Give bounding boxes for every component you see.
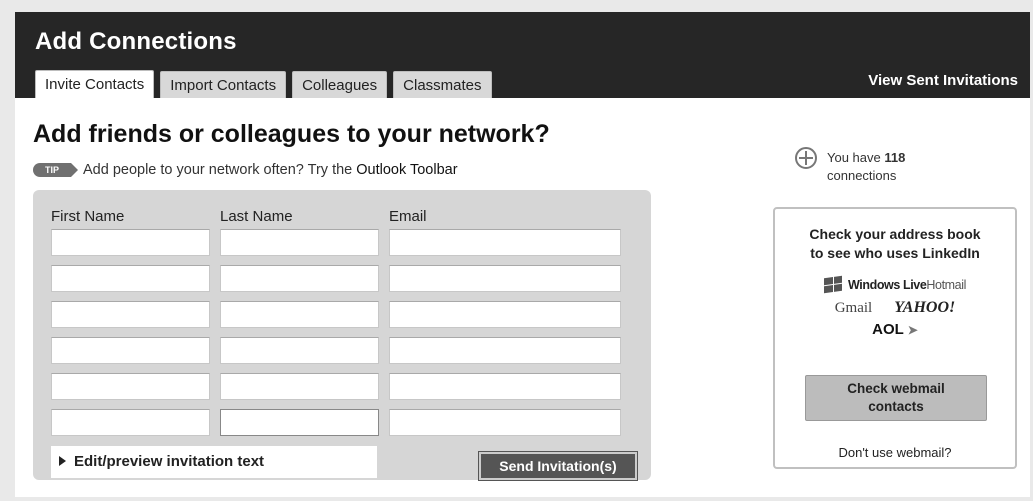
last-name-field[interactable] [220,373,379,400]
email-field[interactable] [389,373,621,400]
page: Add Connections Invite Contacts Import C… [15,12,1030,497]
last-name-field[interactable] [220,337,379,364]
webmail-button-line2: contacts [868,399,924,414]
view-sent-invitations-link[interactable]: View Sent Invitations [868,72,1018,89]
connections-number[interactable]: 118 [884,150,905,165]
main-title: Add friends or colleagues to your networ… [33,120,550,148]
email-field[interactable] [389,409,621,436]
windows-flag-icon [823,275,842,294]
header-bar: Add Connections Invite Contacts Import C… [15,12,1030,98]
last-name-field[interactable] [220,229,379,256]
address-book-box: Check your address book to see who uses … [773,207,1017,469]
edit-preview-label: Edit/preview invitation text [74,453,265,470]
first-name-field[interactable] [51,301,210,328]
webmail-button-line1: Check webmail [847,381,945,396]
last-name-field[interactable] [220,301,379,328]
hotmail-brand: Windows Live [847,277,927,292]
tab-colleagues[interactable]: Colleagues [292,71,388,98]
email-field[interactable] [389,301,621,328]
tip-row: TIP Add people to your network often? Tr… [33,162,458,178]
last-name-field[interactable] [220,409,379,436]
aol-logo: AOL ➤ [775,321,1015,338]
email-field[interactable] [389,265,621,292]
email-header: Email [389,208,427,225]
tab-classmates[interactable]: Classmates [393,71,492,98]
first-name-field[interactable] [51,373,210,400]
tip-badge: TIP [33,163,78,177]
invite-form: First Name Last Name Email Edit/preview … [33,190,651,481]
outlook-toolbar-link[interactable]: Outlook Toolbar [356,162,457,178]
no-webmail-link[interactable]: Don't use webmail? [775,445,1015,460]
last-name-header: Last Name [220,208,293,225]
first-name-field[interactable] [51,229,210,256]
email-field[interactable] [389,229,621,256]
address-book-title-line1: Check your address book [809,226,981,242]
connections-text: You have 118 connections [827,149,905,185]
connections-icon [795,147,817,169]
check-webmail-contacts-button[interactable]: Check webmail contacts [805,375,987,421]
first-name-field[interactable] [51,337,210,364]
tab-import-contacts[interactable]: Import Contacts [160,71,287,98]
address-book-title: Check your address book to see who uses … [775,225,1015,263]
first-name-header: First Name [51,208,125,225]
aol-name: AOL [872,321,904,338]
connections-count: You have 118 connections [795,147,905,185]
send-invitations-button[interactable]: Send Invitation(s) [478,451,638,481]
first-name-field[interactable] [51,409,210,436]
connections-suffix: connections [827,168,897,183]
edit-preview-invitation-toggle[interactable]: Edit/preview invitation text [51,446,377,478]
first-name-field[interactable] [51,265,210,292]
yahoo-logo: YAHOO! [894,299,956,316]
tab-invite-contacts[interactable]: Invite Contacts [35,70,155,98]
address-book-title-line2: to see who uses LinkedIn [810,245,980,261]
email-field[interactable] [389,337,621,364]
connections-prefix: You have [827,150,881,165]
tab-bar: Invite Contacts Import Contacts Colleagu… [35,70,492,98]
expand-triangle-icon [59,456,66,466]
gmail-logo: Gmail [834,300,873,316]
webmail-provider-logos: Windows LiveHotmail Gmail YAHOO! AOL ➤ [775,275,1015,338]
hotmail-logo: Windows LiveHotmail [775,275,1015,294]
hotmail-name: Hotmail [926,277,966,292]
tip-text: Add people to your network often? Try th… [83,162,353,178]
page-header-title: Add Connections [35,28,237,55]
last-name-field[interactable] [220,265,379,292]
aol-arrow-icon: ➤ [907,323,918,337]
